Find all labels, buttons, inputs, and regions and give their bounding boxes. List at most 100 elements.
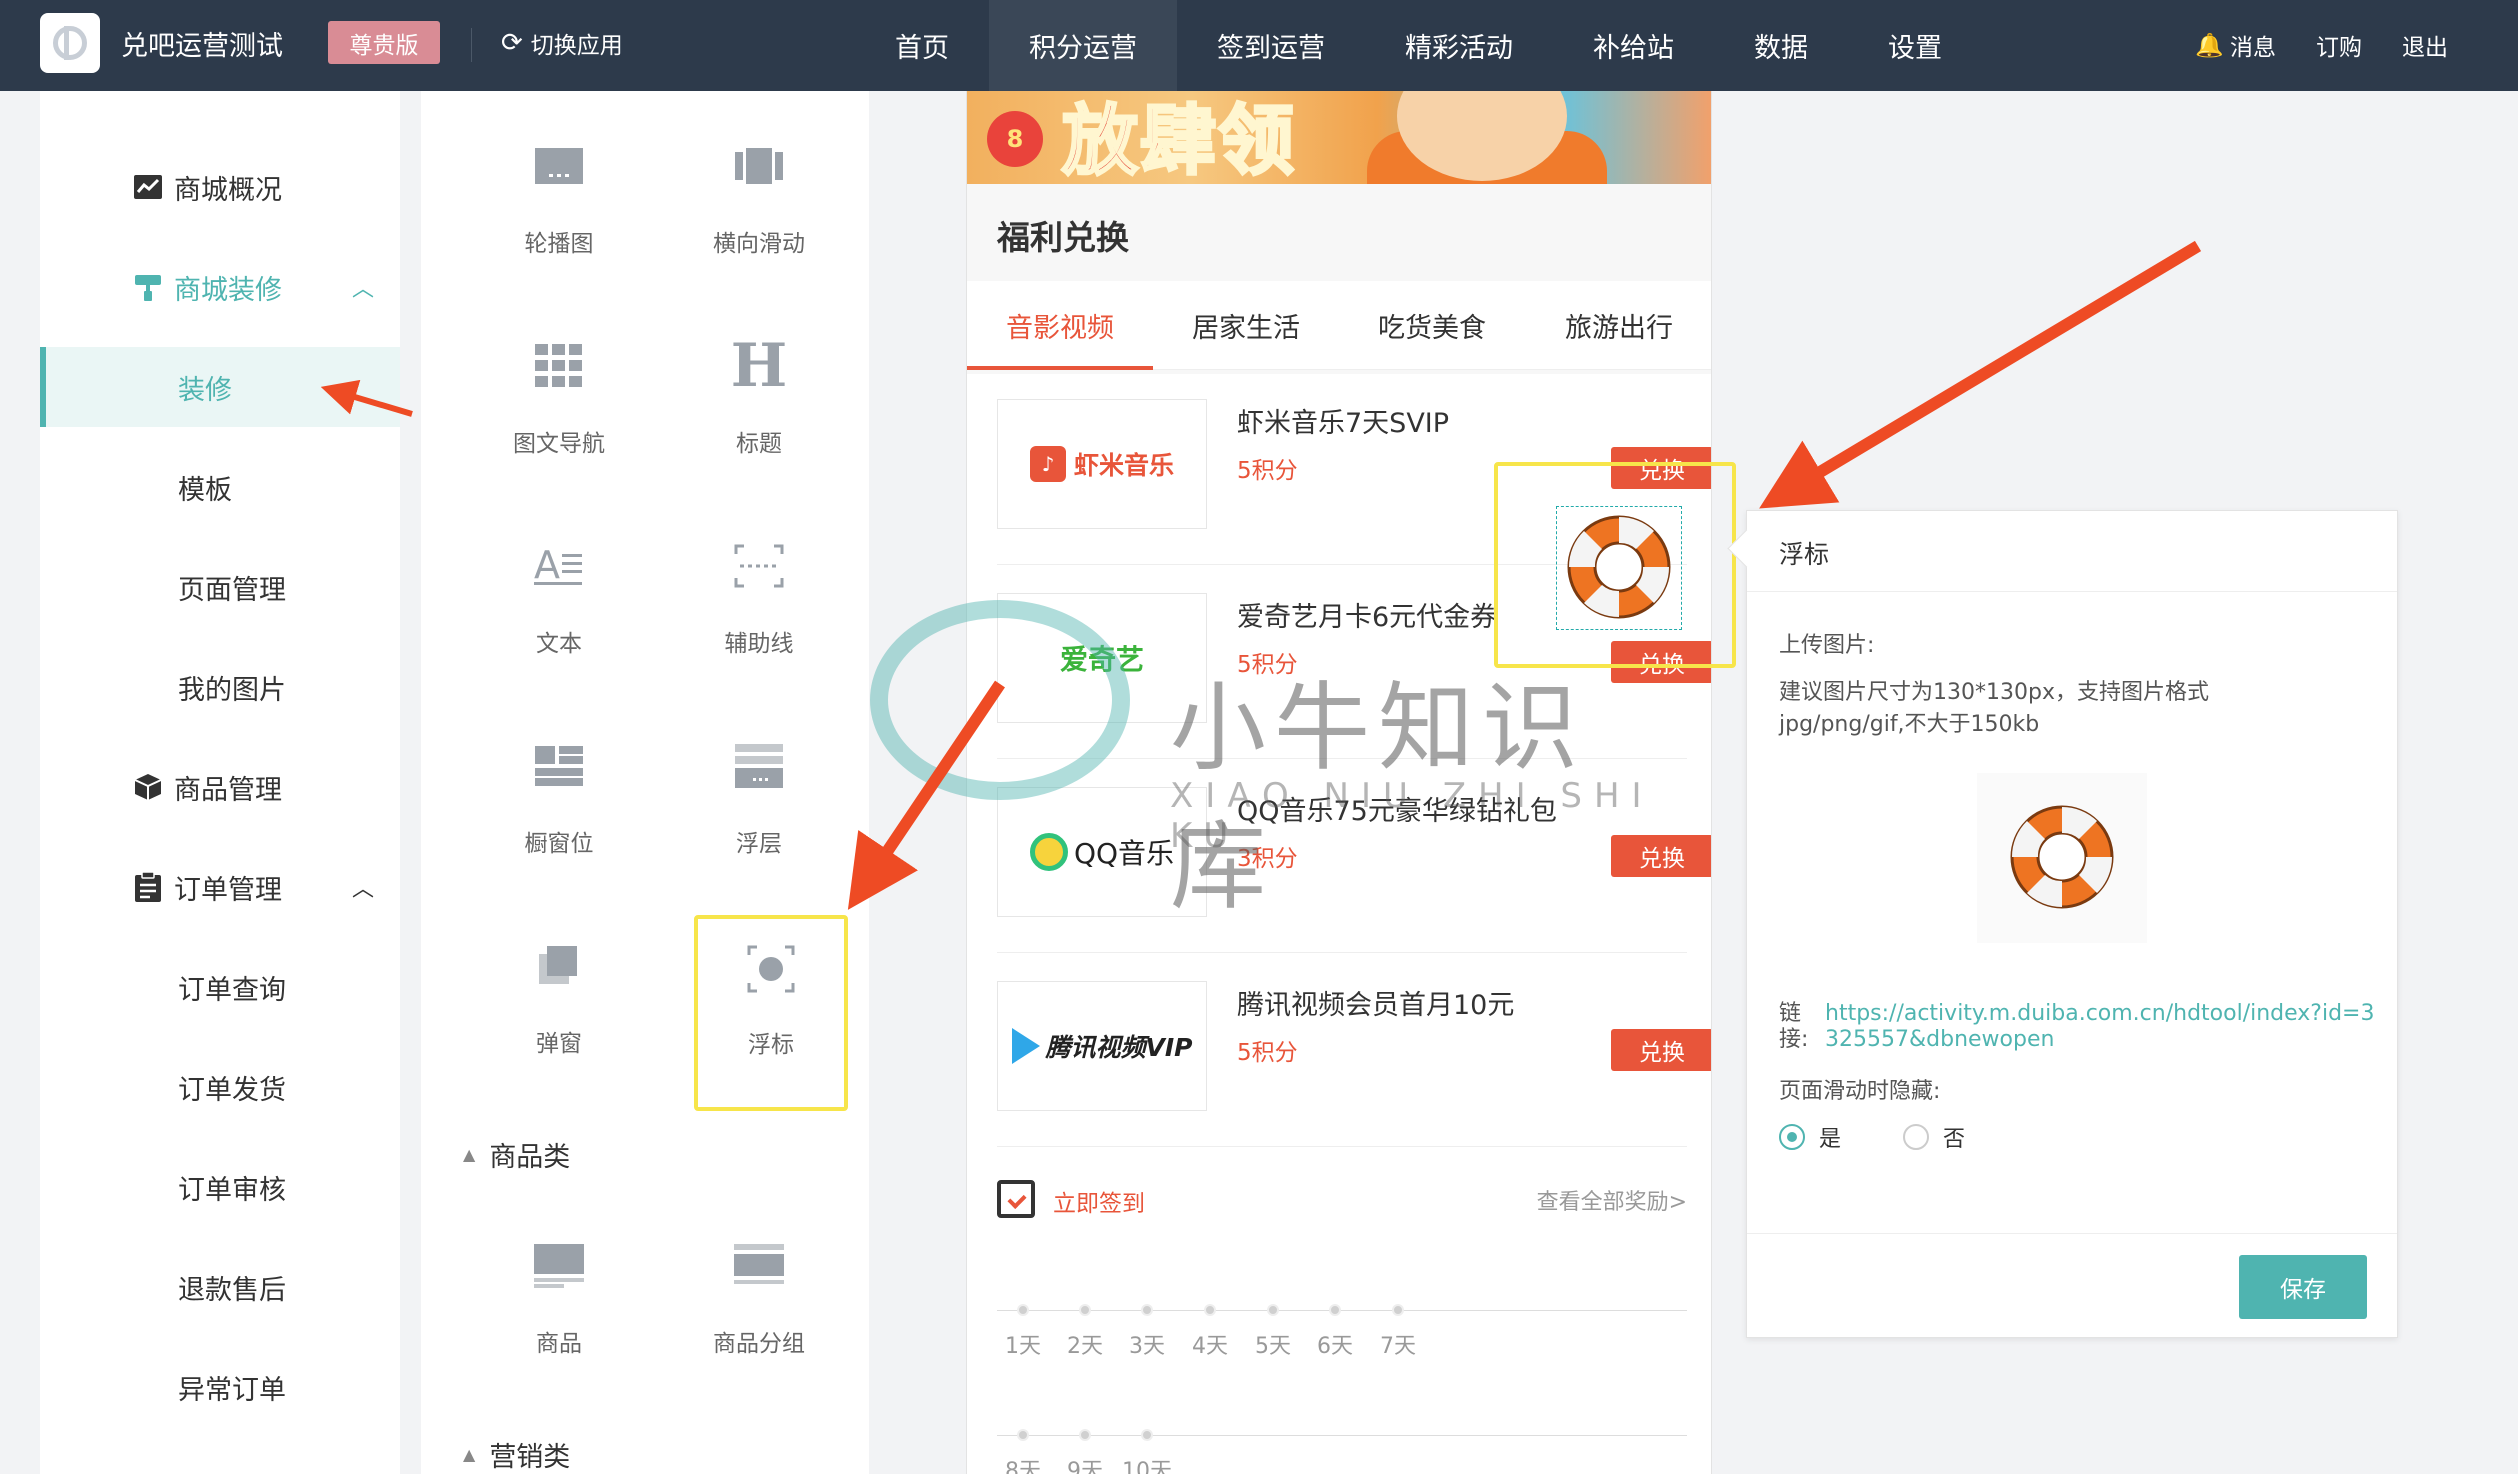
day-marker: 3天 xyxy=(1117,1304,1177,1360)
logo-text: QQ音乐 xyxy=(1073,837,1175,870)
category-tabs: 音影视频 居家生活 吃货美食 旅游出行 xyxy=(967,281,1711,370)
nav-points-ops[interactable]: 积分运营 xyxy=(989,0,1177,91)
bell-icon: 🔔 xyxy=(2195,32,2224,59)
sidebar-item-orders[interactable]: 订单管理 ︿ xyxy=(40,847,400,927)
component-goods[interactable]: 商品 xyxy=(479,1191,639,1381)
float-icon xyxy=(741,939,801,999)
tab-audio-video[interactable]: 音影视频 xyxy=(967,281,1153,370)
day-marker: 10天 xyxy=(1117,1429,1177,1474)
component-label: 轮播图 xyxy=(524,231,594,257)
nav-data[interactable]: 数据 xyxy=(1714,0,1848,91)
component-carousel[interactable]: 轮播图 xyxy=(479,91,639,281)
day-marker: 7天 xyxy=(1368,1304,1428,1360)
sign-in-days: 1天 2天 3天 4天 5天 6天 7天 xyxy=(997,1296,1687,1366)
triangle-up-icon: ▲ xyxy=(463,1445,476,1464)
nav-home[interactable]: 首页 xyxy=(855,0,989,91)
product-price: 5积分 xyxy=(1237,458,1298,484)
sign-in-link[interactable]: 立即签到 xyxy=(1053,1184,1145,1218)
product-card[interactable]: QQ音乐 QQ音乐75元豪华绿钻礼包 3积分 兑换 xyxy=(997,759,1711,953)
section-title: 福利兑换 xyxy=(997,218,1129,257)
user-nav: 🔔 消息 订购 退出 xyxy=(2195,28,2448,62)
tab-home-life[interactable]: 居家生活 xyxy=(1153,281,1339,370)
tab-travel[interactable]: 旅游出行 xyxy=(1525,281,1711,370)
day-label: 7天 xyxy=(1380,1334,1416,1359)
uploaded-image[interactable] xyxy=(1977,773,2147,943)
radio-label: 是 xyxy=(1819,1127,1842,1152)
link-value[interactable]: https://activity.m.duiba.com.cn/hdtool/i… xyxy=(1825,1001,2385,1053)
sidebar-item-order-query[interactable]: 订单查询 xyxy=(40,947,400,1027)
day-dot xyxy=(1204,1304,1216,1316)
sidebar-item-my-images[interactable]: 我的图片 xyxy=(40,647,400,727)
nav-activities[interactable]: 精彩活动 xyxy=(1365,0,1553,91)
component-title[interactable]: H 标题 xyxy=(679,291,839,481)
component-text[interactable]: A 文本 xyxy=(479,491,639,681)
day-marker: 6天 xyxy=(1305,1304,1365,1360)
component-label: 标题 xyxy=(736,431,782,457)
product-price: 3积分 xyxy=(1237,846,1298,872)
app-logo[interactable] xyxy=(40,13,100,73)
play-icon xyxy=(1011,1028,1040,1064)
nav-settings[interactable]: 设置 xyxy=(1848,0,1982,91)
save-button[interactable]: 保存 xyxy=(2239,1255,2367,1319)
component-goods-group[interactable]: 商品分组 xyxy=(679,1191,839,1381)
sidebar-item-refunds[interactable]: 退款售后 xyxy=(40,1247,400,1327)
float-buoy[interactable] xyxy=(1556,506,1682,630)
life-ring-icon xyxy=(2010,805,2114,909)
component-showcase[interactable]: 橱窗位 xyxy=(479,691,639,881)
day-dot xyxy=(1079,1304,1091,1316)
redeem-button[interactable]: 兑换 xyxy=(1611,1029,1711,1071)
component-float-buoy[interactable]: 浮标 xyxy=(694,915,848,1111)
sign-in-row: 立即签到 查看全部奖励> xyxy=(997,1172,1687,1232)
float-config-panel: 浮标 上传图片: 建议图片尺寸为130*130px，支持图片格式jpg/png/… xyxy=(1746,510,2398,1338)
clipboard-icon xyxy=(132,871,164,903)
sidebar-item-order-review[interactable]: 订单审核 xyxy=(40,1147,400,1227)
triangle-up-icon: ▲ xyxy=(463,1145,476,1164)
product-card[interactable]: 腾讯视频VIP 腾讯视频会员首月10元 5积分 兑换 xyxy=(997,953,1711,1147)
sidebar-label: 模板 xyxy=(178,474,232,506)
component-horizontal-scroll[interactable]: 横向滑动 xyxy=(679,91,839,281)
showcase-icon xyxy=(529,736,589,796)
sidebar-item-decorate[interactable]: 商城装修 ︿ xyxy=(40,247,400,327)
messages-link[interactable]: 🔔 消息 xyxy=(2195,28,2276,62)
radio-checked-icon xyxy=(1779,1124,1805,1150)
sidebar-item-overview[interactable]: 商城概况 xyxy=(40,147,400,227)
sidebar-item-order-ship[interactable]: 订单发货 xyxy=(40,1047,400,1127)
iqiyi-logo: 爱奇艺 xyxy=(1059,643,1144,676)
subscribe-link[interactable]: 订购 xyxy=(2316,28,2362,62)
sidebar-item-decorate-edit[interactable]: 装修 xyxy=(40,347,400,427)
sidebar-item-pages[interactable]: 页面管理 xyxy=(40,547,400,627)
section-marketing-header[interactable]: ▲ 营销类 xyxy=(463,1435,570,1474)
component-popup[interactable]: 弹窗 xyxy=(479,891,639,1081)
tab-food[interactable]: 吃货美食 xyxy=(1339,281,1525,370)
chevron-up-icon[interactable]: ︿ xyxy=(352,271,374,303)
day-dot xyxy=(1141,1304,1153,1316)
sidebar-item-abnormal-orders[interactable]: 异常订单 xyxy=(40,1347,400,1427)
product-image: 腾讯视频VIP xyxy=(997,981,1207,1111)
qq-music-icon xyxy=(1029,833,1068,871)
product-price: 5积分 xyxy=(1237,652,1298,678)
sidebar-item-templates[interactable]: 模板 xyxy=(40,447,400,527)
component-guide-line[interactable]: 辅助线 xyxy=(679,491,839,681)
banner-image[interactable]: 8 放肆领 xyxy=(967,91,1711,185)
switch-app-button[interactable]: ⟳ 切换应用 xyxy=(501,26,623,60)
section-goods-header[interactable]: ▲ 商品类 xyxy=(463,1135,570,1174)
redeem-button[interactable]: 兑换 xyxy=(1611,835,1711,877)
sidebar-item-goods[interactable]: 商品管理 xyxy=(40,747,400,827)
day-dot xyxy=(1017,1304,1029,1316)
radio-yes[interactable]: 是 xyxy=(1779,1121,1841,1153)
radio-no[interactable]: 否 xyxy=(1903,1121,1965,1153)
component-image-nav[interactable]: 图文导航 xyxy=(479,291,639,481)
banner-text: 放肆领 xyxy=(1061,95,1296,185)
day-label: 9天 xyxy=(1067,1459,1103,1474)
goods-group-icon xyxy=(729,1236,789,1296)
nav-signin-ops[interactable]: 签到运营 xyxy=(1177,0,1365,91)
heading-icon: H xyxy=(730,331,788,401)
logout-link[interactable]: 退出 xyxy=(2402,28,2448,62)
nav-supply[interactable]: 补给站 xyxy=(1553,0,1714,91)
chevron-up-icon[interactable]: ︿ xyxy=(352,871,374,903)
view-all-rewards-link[interactable]: 查看全部奖励> xyxy=(1537,1184,1687,1216)
component-overlay[interactable]: 浮层 xyxy=(679,691,839,881)
component-label: 辅助线 xyxy=(724,631,794,657)
grid-icon xyxy=(529,336,589,396)
sidebar-label: 页面管理 xyxy=(178,574,286,606)
